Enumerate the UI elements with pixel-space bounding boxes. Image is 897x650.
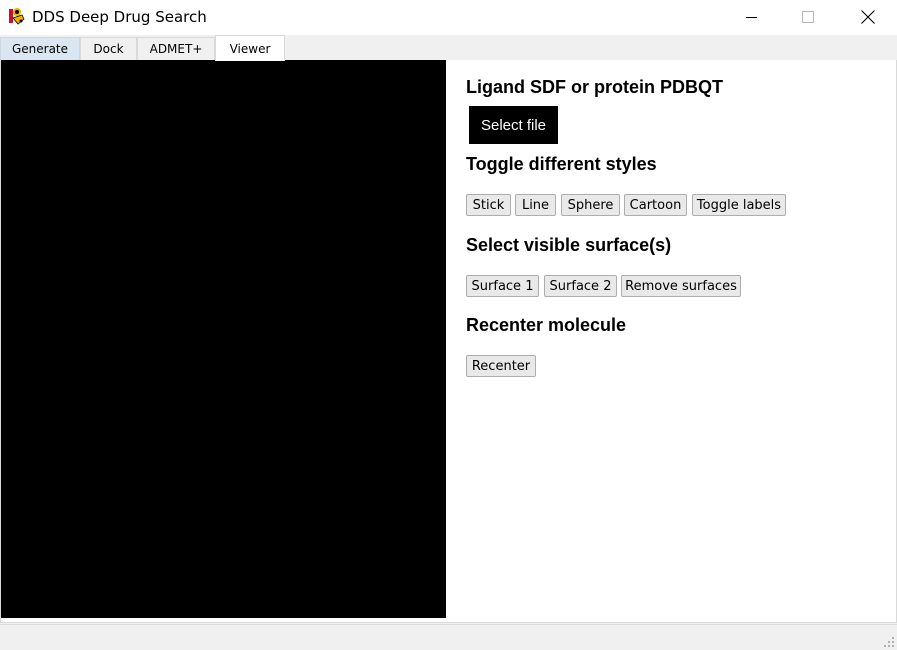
resize-grip-icon[interactable] [883,636,895,648]
tab-dock[interactable]: Dock [80,37,137,60]
close-button[interactable] [840,0,896,33]
status-bar [0,624,897,650]
viewer-tab-content: Ligand SDF or protein PDBQT Select file … [0,60,897,623]
styles-section-heading: Toggle different styles [466,154,657,174]
close-icon [861,9,875,24]
window-title: DDS Deep Drug Search [32,8,207,26]
molecule-viewer-canvas[interactable] [1,60,446,618]
stick-style-button[interactable]: Stick [466,194,511,216]
select-file-button[interactable]: Select file [469,106,558,144]
app-logo-icon [9,8,25,25]
sphere-style-button[interactable]: Sphere [561,194,620,216]
maximize-button[interactable] [780,0,836,33]
tab-viewer[interactable]: Viewer [215,35,285,61]
tab-strip: Generate Dock ADMET+ Viewer [0,35,897,61]
toggle-labels-button[interactable]: Toggle labels [692,194,786,216]
minimize-icon [746,16,757,18]
cartoon-style-button[interactable]: Cartoon [624,194,687,216]
surface-section-heading: Select visible surface(s) [466,235,672,255]
line-style-button[interactable]: Line [515,194,556,216]
tab-admet[interactable]: ADMET+ [137,37,215,60]
title-bar: DDS Deep Drug Search [0,0,897,35]
maximize-icon [802,10,814,23]
minimize-button[interactable] [724,0,780,33]
recenter-section-heading: Recenter molecule [466,315,627,335]
tab-generate[interactable]: Generate [0,37,80,60]
recenter-button[interactable]: Recenter [466,355,536,377]
surface-1-button[interactable]: Surface 1 [466,275,539,297]
app-window: DDS Deep Drug Search Generate Dock ADMET… [0,0,897,650]
remove-surfaces-button[interactable]: Remove surfaces [621,275,741,297]
file-section-heading: Ligand SDF or protein PDBQT [466,77,723,97]
surface-2-button[interactable]: Surface 2 [544,275,617,297]
